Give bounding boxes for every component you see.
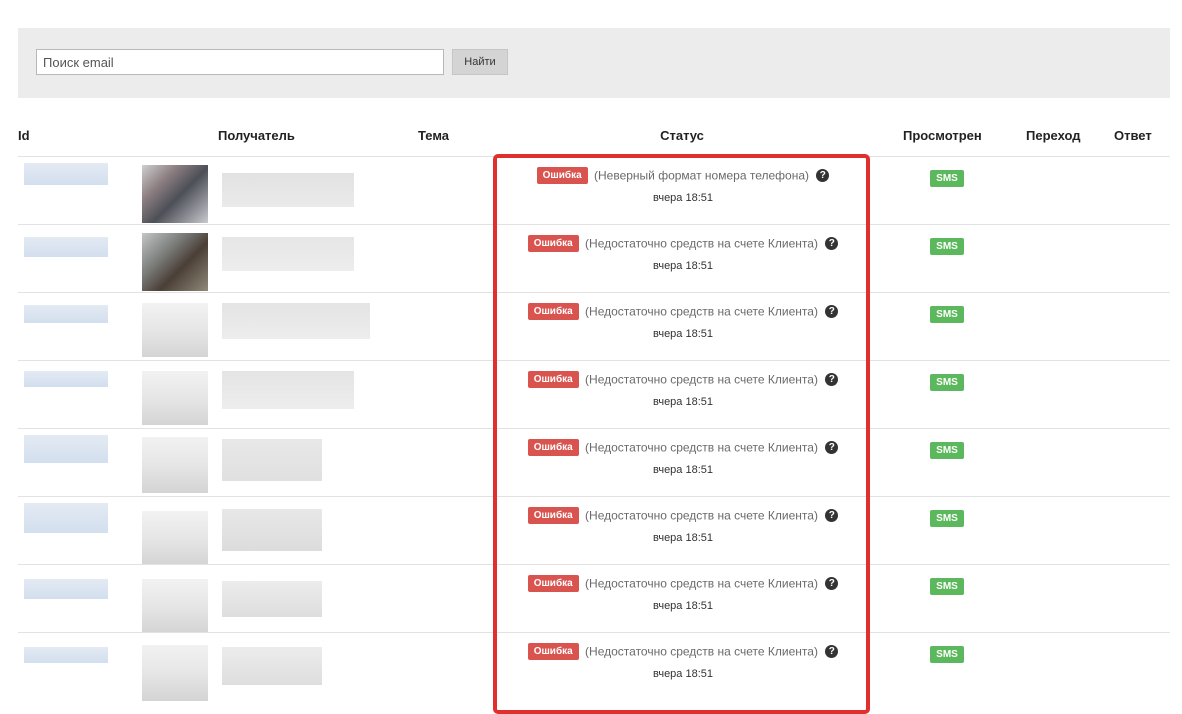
column-header-subject[interactable]: Тема (418, 128, 449, 143)
error-badge: Ошибка (527, 507, 579, 524)
question-circle-icon[interactable]: ? (825, 509, 839, 522)
redacted-recipient (222, 509, 322, 551)
column-header-click[interactable]: Переход (1026, 128, 1081, 143)
redacted-recipient (222, 581, 322, 617)
sms-badge: SMS (930, 238, 964, 255)
status-time: вчера 18:51 (652, 328, 714, 340)
question-circle-icon[interactable]: ? (825, 577, 839, 590)
status-text: (Недостаточно средств на счете Клиента) (585, 440, 818, 455)
question-circle-icon[interactable]: ? (825, 441, 839, 454)
status-cell: Ошибка (Недостаточно средств на счете Кл… (498, 225, 868, 293)
redacted-id (24, 237, 108, 257)
table-row[interactable]: Ошибка (Недостаточно средств на счете Кл… (18, 428, 1170, 496)
redacted-recipient (222, 371, 354, 409)
redacted-avatar (142, 579, 208, 633)
redacted-id (24, 305, 108, 323)
redacted-recipient (222, 237, 354, 271)
status-cell: Ошибка (Недостаточно средств на счете Кл… (498, 293, 868, 361)
question-circle-icon[interactable]: ? (825, 373, 839, 386)
redacted-avatar (142, 233, 208, 291)
status-text: (Недостаточно средств на счете Клиента) (585, 576, 818, 591)
status-cell: Ошибка (Неверный формат номера телефона)… (498, 157, 868, 225)
status-text: (Недостаточно средств на счете Клиента) (585, 372, 818, 387)
question-circle-icon[interactable]: ? (816, 169, 830, 182)
status-time: вчера 18:51 (652, 532, 714, 544)
redacted-recipient (222, 173, 354, 207)
status-text: (Недостаточно средств на счете Клиента) (585, 644, 818, 659)
status-text: (Неверный формат номера телефона) (594, 168, 809, 183)
status-time: вчера 18:51 (652, 464, 714, 476)
question-circle-icon[interactable]: ? (825, 645, 839, 658)
sms-badge: SMS (930, 306, 964, 323)
status-time: вчера 18:51 (652, 668, 714, 680)
status-text: (Недостаточно средств на счете Клиента) (585, 304, 818, 319)
table-row[interactable]: Ошибка (Недостаточно средств на счете Кл… (18, 292, 1170, 360)
redacted-avatar (142, 645, 208, 701)
column-header-id[interactable]: Id (18, 128, 30, 143)
status-text: (Недостаточно средств на счете Клиента) (585, 508, 818, 523)
redacted-recipient (222, 303, 370, 339)
redacted-id (24, 435, 108, 463)
sms-badge: SMS (930, 374, 964, 391)
question-circle-icon[interactable]: ? (825, 305, 839, 318)
search-panel: Найти (18, 28, 1170, 98)
status-cell: Ошибка (Недостаточно средств на счете Кл… (498, 633, 868, 701)
table-row[interactable]: Ошибка (Недостаточно средств на счете Кл… (18, 224, 1170, 292)
error-badge: Ошибка (527, 643, 579, 660)
sms-badge: SMS (930, 578, 964, 595)
redacted-avatar (142, 165, 208, 223)
table-row[interactable]: Ошибка (Недостаточно средств на счете Кл… (18, 496, 1170, 565)
table-row[interactable]: Ошибка (Недостаточно средств на счете Кл… (18, 360, 1170, 428)
search-email-input[interactable] (36, 49, 444, 75)
redacted-avatar (142, 303, 208, 357)
table-row[interactable]: Ошибка (Неверный формат номера телефона)… (18, 156, 1170, 224)
status-time: вчера 18:51 (652, 600, 714, 612)
error-badge: Ошибка (536, 167, 588, 184)
question-circle-icon[interactable]: ? (825, 237, 839, 250)
column-header-status[interactable]: Статус (660, 128, 704, 143)
column-header-reply[interactable]: Ответ (1114, 128, 1152, 143)
redacted-id (24, 647, 108, 663)
redacted-avatar (142, 371, 208, 425)
error-badge: Ошибка (527, 371, 579, 388)
redacted-recipient (222, 647, 322, 685)
redacted-id (24, 163, 108, 185)
sms-badge: SMS (930, 510, 964, 527)
redacted-id (24, 579, 108, 599)
error-badge: Ошибка (527, 235, 579, 252)
column-header-recipient[interactable]: Получатель (218, 128, 295, 143)
redacted-recipient (222, 439, 322, 481)
redacted-id (24, 371, 108, 387)
error-badge: Ошибка (527, 303, 579, 320)
status-time: вчера 18:51 (652, 192, 714, 204)
status-time: вчера 18:51 (652, 260, 714, 272)
sms-badge: SMS (930, 646, 964, 663)
error-badge: Ошибка (527, 575, 579, 592)
redacted-id (24, 503, 108, 533)
redacted-avatar (142, 437, 208, 493)
sms-badge: SMS (930, 170, 964, 187)
column-header-viewed[interactable]: Просмотрен (903, 128, 982, 143)
status-cell: Ошибка (Недостаточно средств на счете Кл… (498, 497, 868, 565)
status-cell: Ошибка (Недостаточно средств на счете Кл… (498, 361, 868, 429)
status-cell: Ошибка (Недостаточно средств на счете Кл… (498, 429, 868, 497)
sms-badge: SMS (930, 442, 964, 459)
status-text: (Недостаточно средств на счете Клиента) (585, 236, 818, 251)
table-row[interactable]: Ошибка (Недостаточно средств на счете Кл… (18, 564, 1170, 633)
table-row[interactable]: Ошибка (Недостаточно средств на счете Кл… (18, 632, 1170, 701)
status-time: вчера 18:51 (652, 396, 714, 408)
redacted-avatar (142, 511, 208, 565)
status-cell: Ошибка (Недостаточно средств на счете Кл… (498, 565, 868, 633)
error-badge: Ошибка (527, 439, 579, 456)
search-button[interactable]: Найти (452, 49, 508, 75)
